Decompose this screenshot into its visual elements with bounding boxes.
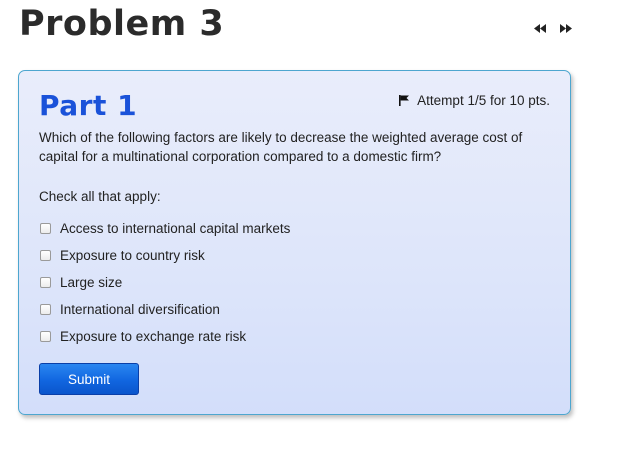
fast-forward-icon: [560, 24, 572, 33]
problem-navigation: [534, 24, 572, 33]
checkbox[interactable]: [40, 250, 51, 261]
option-large-size[interactable]: Large size: [39, 269, 290, 296]
previous-problem-button[interactable]: [534, 24, 546, 33]
question-text: Which of the following factors are likel…: [39, 130, 523, 164]
flag-icon: [399, 95, 410, 106]
page: Problem 3 Part 1 Attempt 1/5 for 10 pts.…: [0, 0, 618, 454]
rewind-icon: [534, 24, 546, 33]
option-label: Exposure to country risk: [60, 248, 205, 263]
option-international-capital-markets[interactable]: Access to international capital markets: [39, 215, 290, 242]
attempt-text: Attempt 1/5 for 10 pts.: [417, 93, 550, 108]
checkbox[interactable]: [40, 277, 51, 288]
submit-button[interactable]: Submit: [39, 363, 139, 395]
part-title: Part 1: [39, 89, 138, 122]
option-international-diversification[interactable]: International diversification: [39, 296, 290, 323]
option-exchange-rate-risk[interactable]: Exposure to exchange rate risk: [39, 323, 290, 350]
option-country-risk[interactable]: Exposure to country risk: [39, 242, 290, 269]
checkbox[interactable]: [40, 304, 51, 315]
part-card: Part 1 Attempt 1/5 for 10 pts. Which of …: [18, 70, 571, 415]
option-label: Exposure to exchange rate risk: [60, 329, 247, 344]
attempt-info: Attempt 1/5 for 10 pts.: [399, 93, 550, 108]
option-label: Large size: [60, 275, 123, 290]
options-list: Access to international capital markets …: [39, 215, 290, 350]
next-problem-button[interactable]: [560, 24, 572, 33]
instruction-text: Check all that apply:: [39, 189, 161, 204]
checkbox[interactable]: [40, 223, 51, 234]
problem-title: Problem 3: [19, 4, 225, 44]
option-label: International diversification: [60, 302, 220, 317]
checkbox[interactable]: [40, 331, 51, 342]
option-label: Access to international capital markets: [60, 221, 291, 236]
